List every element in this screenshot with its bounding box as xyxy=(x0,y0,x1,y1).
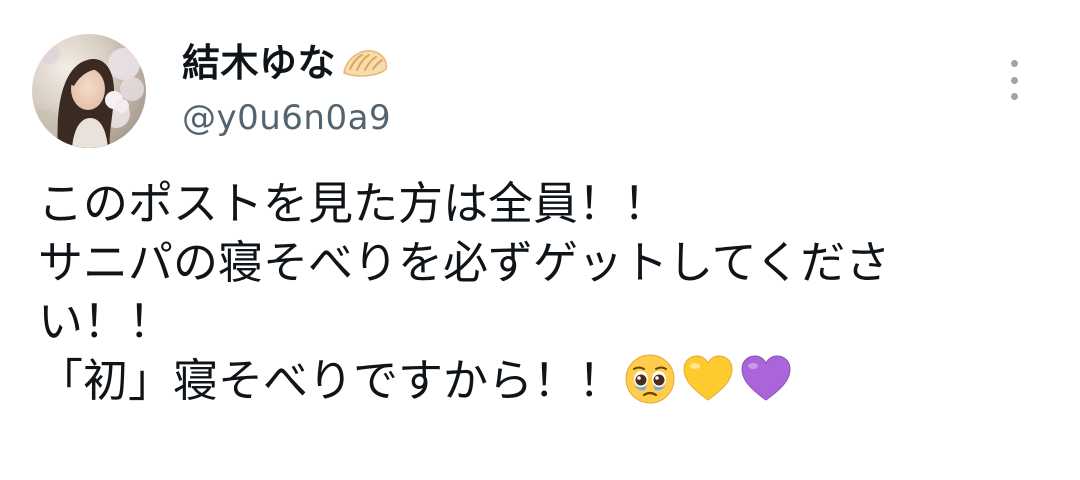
pleading-face-icon xyxy=(623,352,677,406)
more-vertical-icon[interactable] xyxy=(1002,60,1026,100)
menu-dot xyxy=(1010,93,1018,100)
author-info: 結木ゆな @y0u6n0a9 xyxy=(182,36,391,142)
tweet-line: い！！ xyxy=(38,295,174,348)
display-name-row[interactable]: 結木ゆな xyxy=(182,36,391,90)
avatar-photo xyxy=(32,34,146,148)
tweet-line: サニパの寝そべりを必ずゲットしてくださ xyxy=(38,236,891,289)
menu-dot xyxy=(1010,76,1018,84)
tweet-line-with-emoji: 「初」寝そべりですから！！ xyxy=(38,351,1048,410)
display-name[interactable]: 結木ゆな xyxy=(182,36,336,90)
avatar[interactable] xyxy=(32,34,146,148)
menu-dot xyxy=(1010,60,1018,67)
dumpling-icon xyxy=(340,43,390,83)
tweet-line: このポストを見た方は全員！！ xyxy=(38,177,669,230)
yellow-heart-icon xyxy=(681,352,735,406)
tweet-line: 「初」寝そべりですから！！ xyxy=(38,354,624,407)
tweet-header: 結木ゆな @y0u6n0a9 xyxy=(32,30,1048,152)
purple-heart-icon xyxy=(739,352,793,406)
username-handle[interactable]: @y0u6n0a9 xyxy=(182,94,391,142)
tweet-text: このポストを見た方は全員！！ サニパの寝そべりを必ずゲットしてくださ い！！ 「… xyxy=(38,174,1048,410)
tweet-card: 結木ゆな @y0u6n0a9 このポストを見た方は全員！！ サニパの寝そべりを必… xyxy=(0,0,1080,480)
